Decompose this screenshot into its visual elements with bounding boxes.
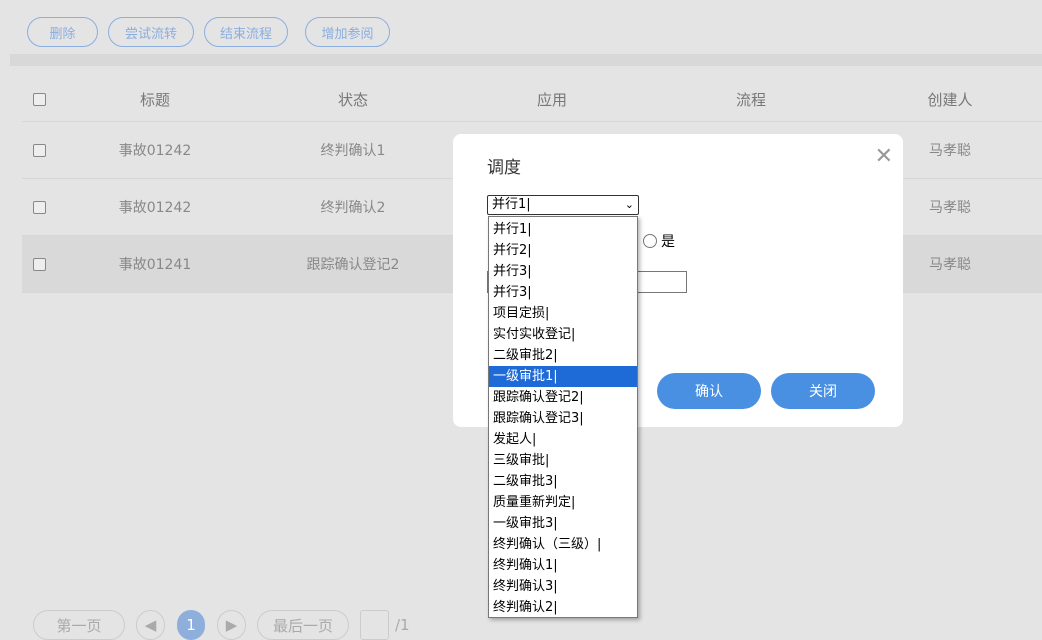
dropdown-option[interactable]: 三级审批|: [489, 450, 637, 471]
cell-status: 终判确认2: [320, 200, 386, 216]
header-title: 标题: [139, 91, 171, 109]
dropdown-option[interactable]: 实付实收登记|: [489, 324, 637, 345]
dropdown-option[interactable]: 并行2|: [489, 240, 637, 261]
close-icon[interactable]: ✕: [875, 144, 893, 169]
select-all-checkbox[interactable]: [33, 93, 46, 106]
dropdown-option[interactable]: 并行3|: [489, 282, 637, 303]
cell-creator: 马孝聪: [929, 143, 971, 159]
header-status: 状态: [337, 91, 369, 109]
cell-creator: 马孝聪: [929, 257, 971, 273]
dropdown-option[interactable]: 跟踪确认登记3|: [489, 408, 637, 429]
dropdown-option[interactable]: 项目定损|: [489, 303, 637, 324]
cell-title: 事故01242: [118, 143, 192, 159]
dropdown-option[interactable]: 发起人|: [489, 429, 637, 450]
dropdown-option[interactable]: 终判确认（三级）|: [489, 534, 637, 555]
close-button[interactable]: 关闭: [771, 373, 875, 409]
radio-yes[interactable]: 是: [643, 231, 675, 251]
dropdown-option[interactable]: 并行1|: [489, 219, 637, 240]
add-reference-button[interactable]: 增加参阅: [305, 17, 390, 47]
cell-creator: 马孝聪: [929, 200, 971, 216]
header-app: 应用: [536, 91, 568, 109]
header-creator: 创建人: [927, 91, 973, 109]
page-input[interactable]: [360, 610, 389, 640]
page-total: /1: [395, 616, 410, 634]
node-select[interactable]: 并行1| ⌄: [487, 195, 639, 215]
dropdown-option[interactable]: 跟踪确认登记2|: [489, 387, 637, 408]
chevron-left-icon: ◀: [144, 616, 157, 634]
dropdown-option[interactable]: 二级审批3|: [489, 471, 637, 492]
last-page-button[interactable]: 最后一页: [257, 610, 349, 640]
dropdown-option[interactable]: 一级审批1|: [489, 366, 637, 387]
row-checkbox[interactable]: [33, 257, 46, 271]
dropdown-option[interactable]: 终判确认2|: [489, 597, 637, 618]
dropdown-option[interactable]: 质量重新判定|: [489, 492, 637, 513]
node-select-value: 并行1|: [492, 197, 531, 212]
try-flow-button[interactable]: 尝试流转: [108, 17, 194, 47]
confirm-button[interactable]: 确认: [657, 373, 761, 409]
page-1-button[interactable]: 1: [177, 610, 205, 640]
delete-button[interactable]: 删除: [27, 17, 98, 47]
end-flow-button[interactable]: 结束流程: [204, 17, 288, 47]
row-checkbox[interactable]: [33, 143, 46, 157]
dialog-title: 调度: [487, 158, 521, 178]
chevron-right-icon: ▶: [225, 616, 238, 634]
radio-yes-label: 是: [661, 234, 675, 250]
row-checkbox[interactable]: [33, 200, 46, 214]
prev-page-button[interactable]: ◀: [136, 610, 165, 640]
dropdown-option[interactable]: 一级审批3|: [489, 513, 637, 534]
chevron-down-icon: ⌄: [624, 198, 634, 211]
header-flow: 流程: [735, 91, 767, 109]
dropdown-option[interactable]: 并行3|: [489, 261, 637, 282]
cell-status: 终判确认1: [320, 143, 386, 159]
cell-title: 事故01242: [118, 200, 192, 216]
radio-circle[interactable]: [643, 234, 657, 248]
first-page-button[interactable]: 第一页: [33, 610, 125, 640]
table-header: 标题 状态 应用 流程 创建人: [22, 78, 1042, 122]
next-page-button[interactable]: ▶: [217, 610, 246, 640]
dropdown-option[interactable]: 终判确认1|: [489, 555, 637, 576]
cell-title: 事故01241: [118, 257, 192, 273]
dropdown-option[interactable]: 二级审批2|: [489, 345, 637, 366]
dropdown-option[interactable]: 终判确认3|: [489, 576, 637, 597]
cell-status: 跟踪确认登记2: [306, 257, 400, 273]
node-dropdown-list[interactable]: 并行1| 并行2| 并行3| 并行3| 项目定损| 实付实收登记| 二级审批2| 一级审批1|…: [488, 216, 638, 618]
divider: [10, 54, 1042, 66]
